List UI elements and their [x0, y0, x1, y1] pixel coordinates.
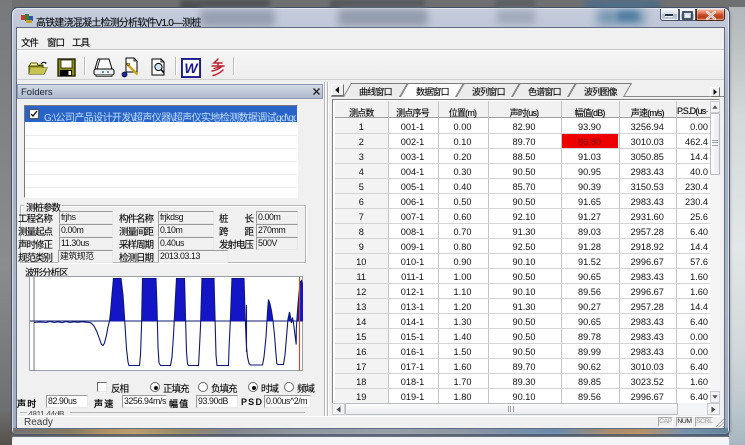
svg-text:W: W	[184, 60, 199, 76]
